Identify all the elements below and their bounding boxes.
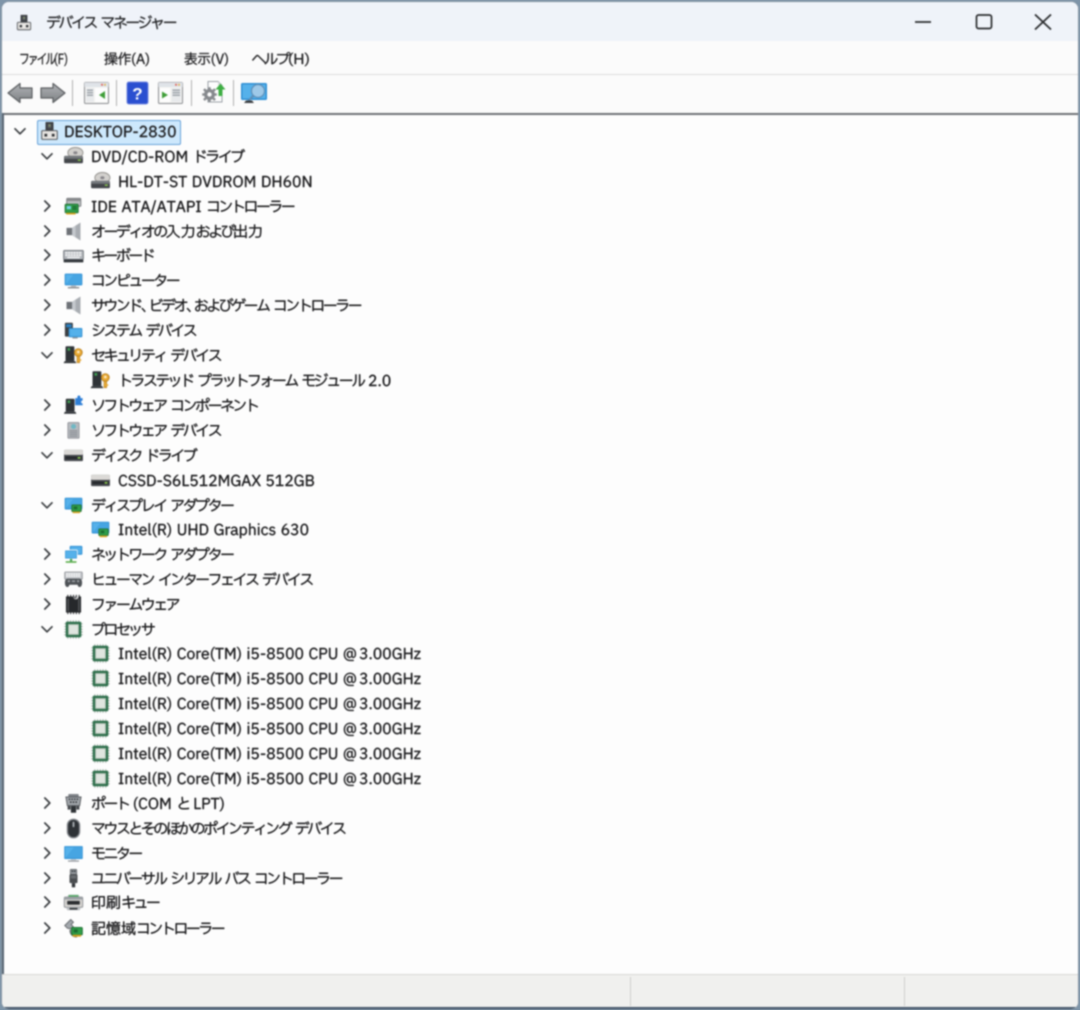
svg-text:?: ?	[132, 85, 142, 104]
